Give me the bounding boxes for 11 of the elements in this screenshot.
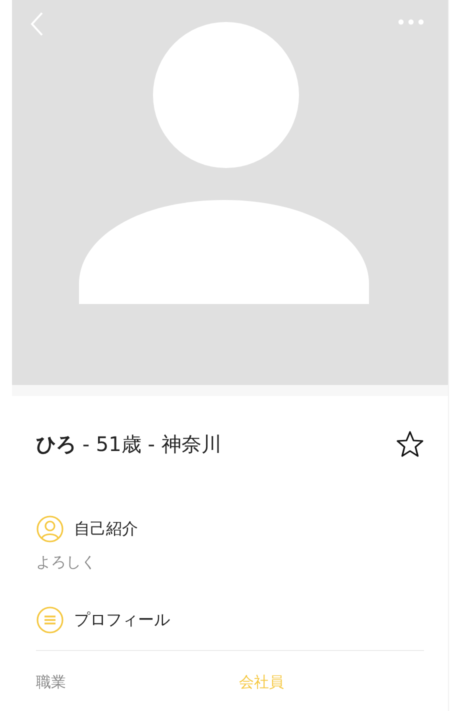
field-label: 職業 (36, 672, 67, 692)
back-icon[interactable] (30, 11, 44, 37)
more-icon[interactable] (398, 19, 424, 25)
profile-name: ひろ - 51歳 - 神奈川 (36, 430, 222, 458)
section-title: プロフィール (74, 610, 170, 630)
user-icon (36, 515, 64, 543)
section-title: 自己紹介 (74, 518, 138, 540)
list-icon (36, 606, 64, 634)
star-icon[interactable] (396, 430, 424, 458)
field-value: 会社員 (239, 672, 284, 692)
intro-text: よろしく (36, 552, 97, 572)
